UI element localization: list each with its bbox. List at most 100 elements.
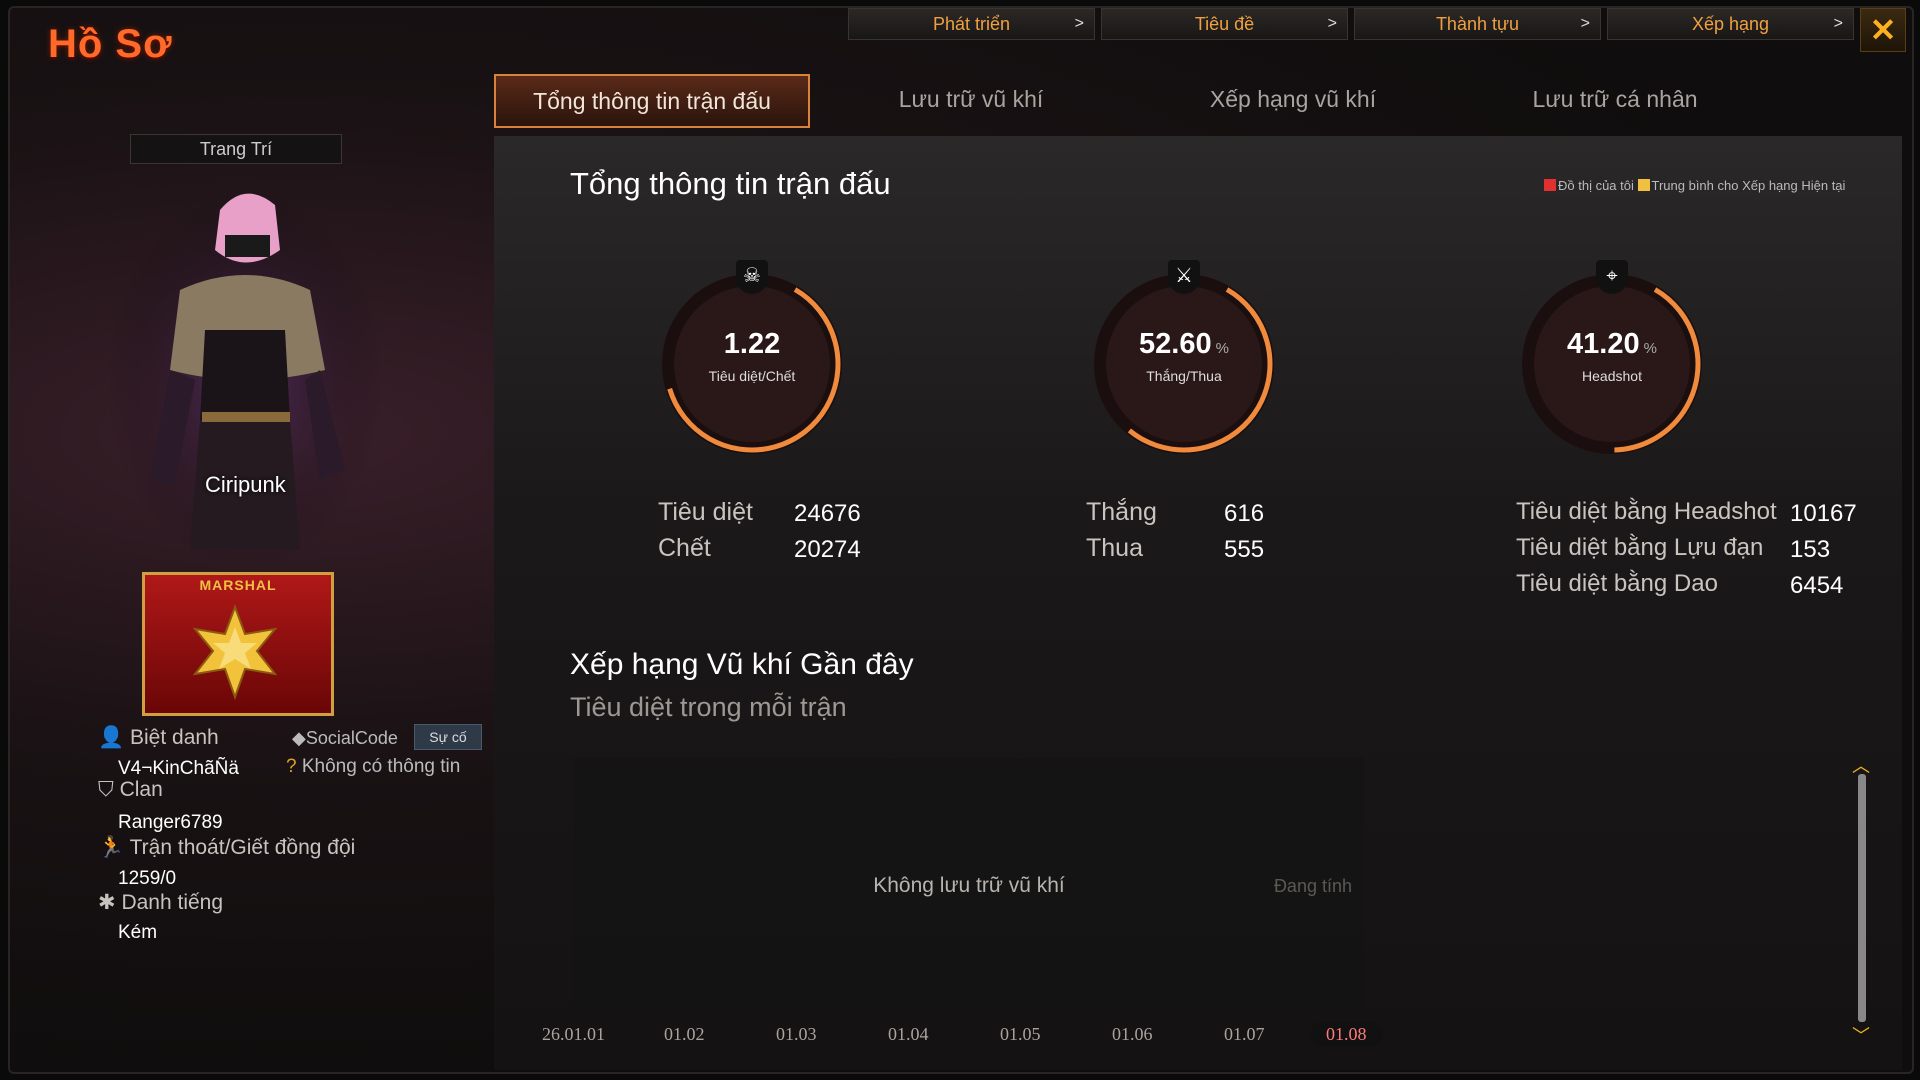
main-panel: Tổng thông tin trận đấu Đồ thị của tôi T…	[494, 136, 1902, 1070]
gauge-value: 41.20%	[1512, 328, 1712, 361]
gauge-label: Headshot	[1582, 368, 1642, 384]
star-icon	[192, 604, 278, 700]
nav-achievement-button[interactable]: Thành tựu >	[1354, 8, 1601, 40]
nav-ranking-button[interactable]: Xếp hạng >	[1607, 8, 1854, 40]
x-tick[interactable]: 01.02	[664, 1024, 705, 1045]
x-tick[interactable]: 01.03	[776, 1024, 817, 1045]
incident-button[interactable]: Sự cố	[414, 724, 482, 750]
scrollbar-thumb[interactable]	[1858, 774, 1866, 1022]
kd-value: 1.22	[723, 328, 781, 360]
chevron-right-icon: >	[1327, 15, 1337, 32]
x-tick[interactable]: 01.04	[888, 1024, 929, 1045]
nickname-row: 👤 Biệt danh	[98, 726, 219, 750]
socialcode-value-row: ? Không có thông tin	[286, 756, 460, 778]
socialcode-label: SocialCode	[305, 728, 398, 748]
scrollbar[interactable]: ︿ ﹀	[1852, 756, 1870, 1046]
x-tick[interactable]: 01.06	[1112, 1024, 1153, 1045]
kills-label: Tiêu diệt	[658, 498, 753, 526]
gauge-label: Tiêu diệt/Chết	[708, 368, 796, 384]
escape-value: 1259/0	[118, 868, 177, 889]
chart-legend: Đồ thị của tôi Trung bình cho Xếp hạng H…	[1544, 178, 1874, 194]
nav-label: Thành tựu	[1435, 13, 1520, 34]
wins-value: 616	[1224, 500, 1265, 527]
reputation-label: Danh tiếng	[121, 891, 224, 914]
decorate-button[interactable]: Trang Trí	[130, 134, 342, 164]
gauge-value: 1.22	[652, 328, 852, 361]
winrate-value: 52.60	[1139, 328, 1212, 360]
nav-label: Tiêu đề	[1194, 13, 1255, 34]
runner-icon: 🏃	[98, 836, 125, 859]
clan-label: Clan	[119, 778, 163, 801]
gauge-ring	[1094, 274, 1274, 454]
weapon-rank-subtitle: Tiêu diệt trong mỗi trận	[570, 692, 847, 722]
overview-title: Tổng thông tin trận đấu	[570, 166, 891, 201]
kd-gauge: ☠ 1.22 Tiêu diệt/Chết	[652, 260, 852, 464]
grenade-kills-label: Tiêu diệt bằng Lựu đạn	[1516, 534, 1764, 561]
chevron-right-icon: >	[1580, 15, 1590, 32]
legend-avg-label: Trung bình cho Xếp hạng Hiện tại	[1651, 178, 1846, 193]
x-tick[interactable]: 01.05	[1000, 1024, 1041, 1045]
weapon-rank-title: Xếp hạng Vũ khí Gần đây	[570, 648, 914, 681]
crossed-swords-icon: ⚔	[1168, 260, 1200, 294]
deaths-value: 20274	[794, 536, 861, 563]
socialcode-value: Không có thông tin	[301, 756, 461, 777]
crosshair-icon: ⌖	[1596, 260, 1628, 294]
question-icon: ?	[286, 756, 297, 777]
gauge-ring	[662, 274, 842, 454]
tag-icon: ◆	[292, 728, 306, 748]
x-tick[interactable]: 01.07	[1224, 1024, 1265, 1045]
chevron-right-icon: >	[1833, 15, 1843, 32]
gear-icon: ✱	[98, 891, 116, 914]
gauge-label: Thắng/Thua	[1146, 368, 1222, 384]
x-tick-selected[interactable]: 01.08	[1310, 1022, 1383, 1047]
legend-mine-label: Đồ thị của tôi	[1558, 178, 1634, 193]
top-nav: Phát triển > Tiêu đề > Thành tựu > Xếp hạng…	[848, 8, 1854, 40]
legend-avg-swatch	[1637, 179, 1650, 191]
tab-weapon-storage[interactable]: Lưu trữ vũ khí	[810, 74, 1132, 124]
winrate-gauge: ⚔ 52.60% Thắng/Thua	[1084, 260, 1284, 464]
legend-mine-swatch	[1544, 179, 1556, 191]
nav-title-button[interactable]: Tiêu đề >	[1101, 8, 1348, 40]
rank-badge: MARSHAL	[142, 572, 334, 716]
socialcode-row: ◆SocialCode	[292, 728, 398, 749]
wins-label: Thắng	[1086, 498, 1157, 526]
nav-label: Xếp hạng	[1691, 13, 1770, 34]
tab-match-overview[interactable]: Tổng thông tin trận đấu	[494, 74, 810, 128]
empty-message: Không lưu trữ vũ khí	[873, 874, 1065, 897]
winrate-unit: %	[1215, 340, 1229, 357]
nav-development-button[interactable]: Phát triển >	[848, 8, 1095, 40]
clan-value: Ranger6789	[118, 812, 223, 833]
reputation-row: ✱ Danh tiếng	[98, 890, 223, 915]
losses-label: Thua	[1086, 534, 1143, 562]
hs-kills-label: Tiêu diệt bằng Headshot	[1516, 498, 1777, 525]
tab-bar: Tổng thông tin trận đấu Lưu trữ vũ khí X…	[494, 74, 1776, 128]
reputation-value: Kém	[118, 922, 158, 943]
grenade-kills-value: 153	[1790, 536, 1831, 563]
nickname-value: V4¬KinChãÑä	[118, 758, 239, 779]
nav-label: Phát triển	[932, 13, 1011, 34]
clan-icon: ⛉	[98, 778, 114, 801]
hs-kills-value: 10167	[1790, 500, 1857, 527]
close-button[interactable]: ✕	[1860, 8, 1906, 52]
chevron-right-icon: >	[1074, 15, 1084, 32]
chevron-down-icon[interactable]: ﹀	[1852, 1022, 1870, 1048]
calculating-label: Đang tính	[1273, 876, 1352, 896]
profile-panel: Trang Trí Ciripunk MARSHAL 👤 Biệt danh ◆…	[0, 0, 490, 1080]
person-icon: 👤	[98, 726, 125, 749]
nickname-label: Biệt danh	[130, 726, 219, 749]
escape-row: 🏃 Trận thoát/Giết đồng đội	[98, 836, 355, 860]
clan-row: ⛉ Clan	[98, 778, 163, 802]
character-portrait	[110, 190, 380, 560]
tab-personal-storage[interactable]: Lưu trữ cá nhân	[1454, 74, 1776, 124]
close-icon: ✕	[1869, 12, 1897, 48]
character-name: Ciripunk	[205, 472, 286, 497]
tab-weapon-ranking[interactable]: Xếp hạng vũ khí	[1132, 74, 1454, 124]
kills-value: 24676	[794, 500, 861, 527]
deaths-label: Chết	[658, 534, 711, 562]
knife-kills-value: 6454	[1790, 572, 1844, 599]
knife-kills-label: Tiêu diệt bằng Dao	[1516, 570, 1718, 597]
losses-value: 555	[1224, 536, 1265, 563]
headshot-unit: %	[1643, 340, 1657, 357]
headshot-gauge: ⌖ 41.20% Headshot	[1512, 260, 1712, 464]
x-tick[interactable]: 26.01.01	[542, 1024, 605, 1045]
